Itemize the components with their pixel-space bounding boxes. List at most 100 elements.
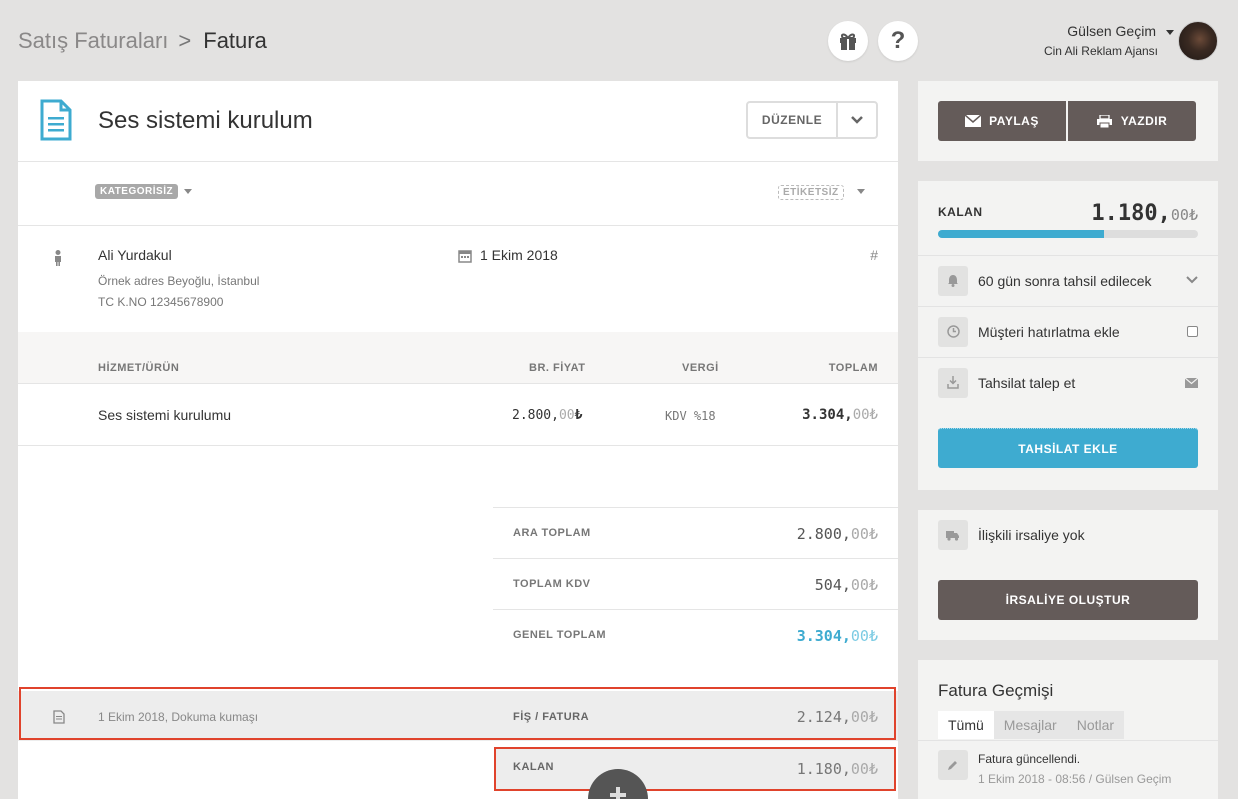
- category-badge[interactable]: KATEGORİSİZ: [95, 184, 179, 199]
- reminder-text: Müşteri hatırlatma ekle: [978, 323, 1120, 340]
- line-item-tax: KDV %18: [665, 409, 716, 423]
- balance-amount: 1.180,00₺: [1091, 201, 1198, 226]
- request-row[interactable]: Tahsilat talep et: [918, 357, 1218, 407]
- column-total: TOPLAM: [828, 362, 878, 374]
- line-item-price: 2.800,00₺: [512, 408, 582, 423]
- document-icon: [40, 99, 72, 141]
- waybill-text: İlişkili irsaliye yok: [978, 527, 1085, 543]
- plus-icon: [610, 787, 626, 799]
- history-tabs: Tümü Mesajlar Notlar: [938, 711, 1125, 739]
- tab-notes[interactable]: Notlar: [1066, 711, 1125, 739]
- waybill-row: İlişkili irsaliye yok: [918, 510, 1218, 560]
- chevron-down-icon: [851, 116, 863, 124]
- print-button[interactable]: YAZDIR: [1068, 101, 1196, 141]
- user-menu-caret-icon[interactable]: [1166, 30, 1174, 35]
- edit-button-group: DÜZENLE: [746, 101, 878, 139]
- truck-icon: [938, 520, 968, 550]
- price-currency: ₺: [574, 408, 583, 423]
- subtotal-label: ARA TOPLAM: [513, 527, 591, 539]
- payment-row-highlight: [19, 687, 896, 740]
- tags-badge[interactable]: ETİKETSİZ: [778, 185, 844, 200]
- subtotal-integer: 2.800,: [796, 525, 851, 543]
- tags-caret-icon[interactable]: [857, 189, 865, 194]
- remaining-row-highlight: [494, 747, 896, 791]
- avatar[interactable]: [1178, 21, 1218, 61]
- tab-all[interactable]: Tümü: [938, 711, 994, 739]
- balance-integer: 1.180,: [1091, 201, 1171, 226]
- due-text: 60 gün sonra tahsil edilecek: [978, 272, 1152, 289]
- balance-progress-bar: [938, 230, 1198, 238]
- gift-button[interactable]: [828, 21, 868, 61]
- history-title: Fatura Geçmişi: [938, 681, 1054, 700]
- total-decimal: 00₺: [852, 407, 878, 423]
- history-entry-title: Fatura güncellendi.: [978, 752, 1081, 766]
- help-button[interactable]: ?: [878, 21, 918, 61]
- breadcrumb-separator: >: [178, 28, 192, 53]
- user-company: Cin Ali Reklam Ajansı: [1043, 44, 1158, 58]
- line-item-name: Ses sistemi kurulumu: [98, 407, 232, 423]
- calendar-icon: [458, 250, 472, 263]
- balance-decimal: 00₺: [1170, 206, 1198, 224]
- vat-value: 504,00₺: [815, 576, 878, 594]
- column-tax: VERGİ: [682, 362, 719, 374]
- column-item: HİZMET/ÜRÜN: [98, 362, 180, 374]
- share-label: PAYLAŞ: [989, 114, 1039, 128]
- history-entry-meta: 1 Ekim 2018 - 08:56 / Gülsen Geçim: [978, 772, 1172, 786]
- breadcrumb-parent[interactable]: Satış Faturaları: [18, 28, 168, 53]
- invoice-title: Ses sistemi kurulum: [98, 107, 313, 134]
- tab-messages[interactable]: Mesajlar: [993, 711, 1067, 739]
- balance-panel: KALAN 1.180,00₺ 60 gün sonra tahsil edil…: [918, 181, 1218, 490]
- price-integer: 2.800,: [512, 408, 559, 423]
- breadcrumb-current: Fatura: [203, 28, 267, 53]
- balance-label: KALAN: [938, 205, 983, 219]
- gift-icon: [840, 33, 856, 50]
- user-name[interactable]: Gülsen Geçim: [1067, 23, 1156, 39]
- grand-total-label: GENEL TOPLAM: [513, 629, 606, 641]
- envelope-icon: [965, 115, 982, 127]
- table-header: [18, 332, 898, 384]
- grand-total-value: 3.304,00₺: [797, 627, 878, 645]
- person-icon: [55, 250, 61, 266]
- invoice-card: Ses sistemi kurulum DÜZENLE KATEGORİSİZ …: [18, 81, 898, 799]
- reminder-row[interactable]: Müşteri hatırlatma ekle: [918, 306, 1218, 356]
- grand-total-decimal: 00₺: [850, 627, 878, 645]
- grand-total-integer: 3.304,: [796, 627, 851, 645]
- waybill-panel: İlişkili irsaliye yok İRSALİYE OLUŞTUR: [918, 510, 1218, 640]
- print-label: YAZDIR: [1120, 114, 1168, 128]
- chevron-down-icon: [1186, 276, 1198, 284]
- customer-address: Örnek adres Beyoğlu, İstanbul: [98, 274, 260, 288]
- vat-label: TOPLAM KDV: [513, 578, 591, 590]
- pencil-icon: [938, 750, 968, 780]
- line-item-total: 3.304,00₺: [802, 407, 878, 423]
- category-caret-icon[interactable]: [184, 189, 192, 194]
- due-row[interactable]: 60 gün sonra tahsil edilecek: [918, 255, 1218, 305]
- bell-icon: [938, 265, 968, 296]
- download-tray-icon: [938, 367, 968, 398]
- invoice-date: 1 Ekim 2018: [480, 247, 558, 263]
- invoice-number[interactable]: #: [870, 247, 878, 263]
- reminder-checkbox[interactable]: [1187, 326, 1198, 337]
- breadcrumb: Satış Faturaları > Fatura: [18, 28, 267, 54]
- clock-icon: [938, 316, 968, 347]
- printer-icon: [1096, 114, 1112, 128]
- subtotal-decimal: 00₺: [850, 525, 878, 543]
- subtotal-value: 2.800,00₺: [797, 525, 878, 543]
- share-button[interactable]: PAYLAŞ: [938, 101, 1066, 141]
- edit-dropdown-button[interactable]: [838, 103, 876, 137]
- price-decimal: 00: [558, 408, 575, 423]
- actions-panel: PAYLAŞ YAZDIR: [918, 81, 1218, 161]
- request-text: Tahsilat talep et: [978, 374, 1076, 391]
- balance-progress-fill: [938, 230, 1105, 238]
- customer-tax-no: TC K.NO 12345678900: [98, 295, 224, 309]
- history-panel: Fatura Geçmişi Tümü Mesajlar Notlar Fatu…: [918, 660, 1218, 799]
- column-price: BR. FİYAT: [529, 362, 586, 374]
- total-integer: 3.304,: [802, 407, 853, 423]
- envelope-icon[interactable]: [1185, 378, 1198, 388]
- customer-name[interactable]: Ali Yurdakul: [98, 247, 172, 263]
- help-icon: ?: [890, 27, 906, 54]
- edit-button[interactable]: DÜZENLE: [748, 103, 838, 137]
- create-waybill-button[interactable]: İRSALİYE OLUŞTUR: [938, 580, 1198, 620]
- vat-integer: 504,: [814, 576, 851, 594]
- vat-decimal: 00₺: [850, 576, 878, 594]
- add-payment-button[interactable]: TAHSİLAT EKLE: [938, 428, 1198, 468]
